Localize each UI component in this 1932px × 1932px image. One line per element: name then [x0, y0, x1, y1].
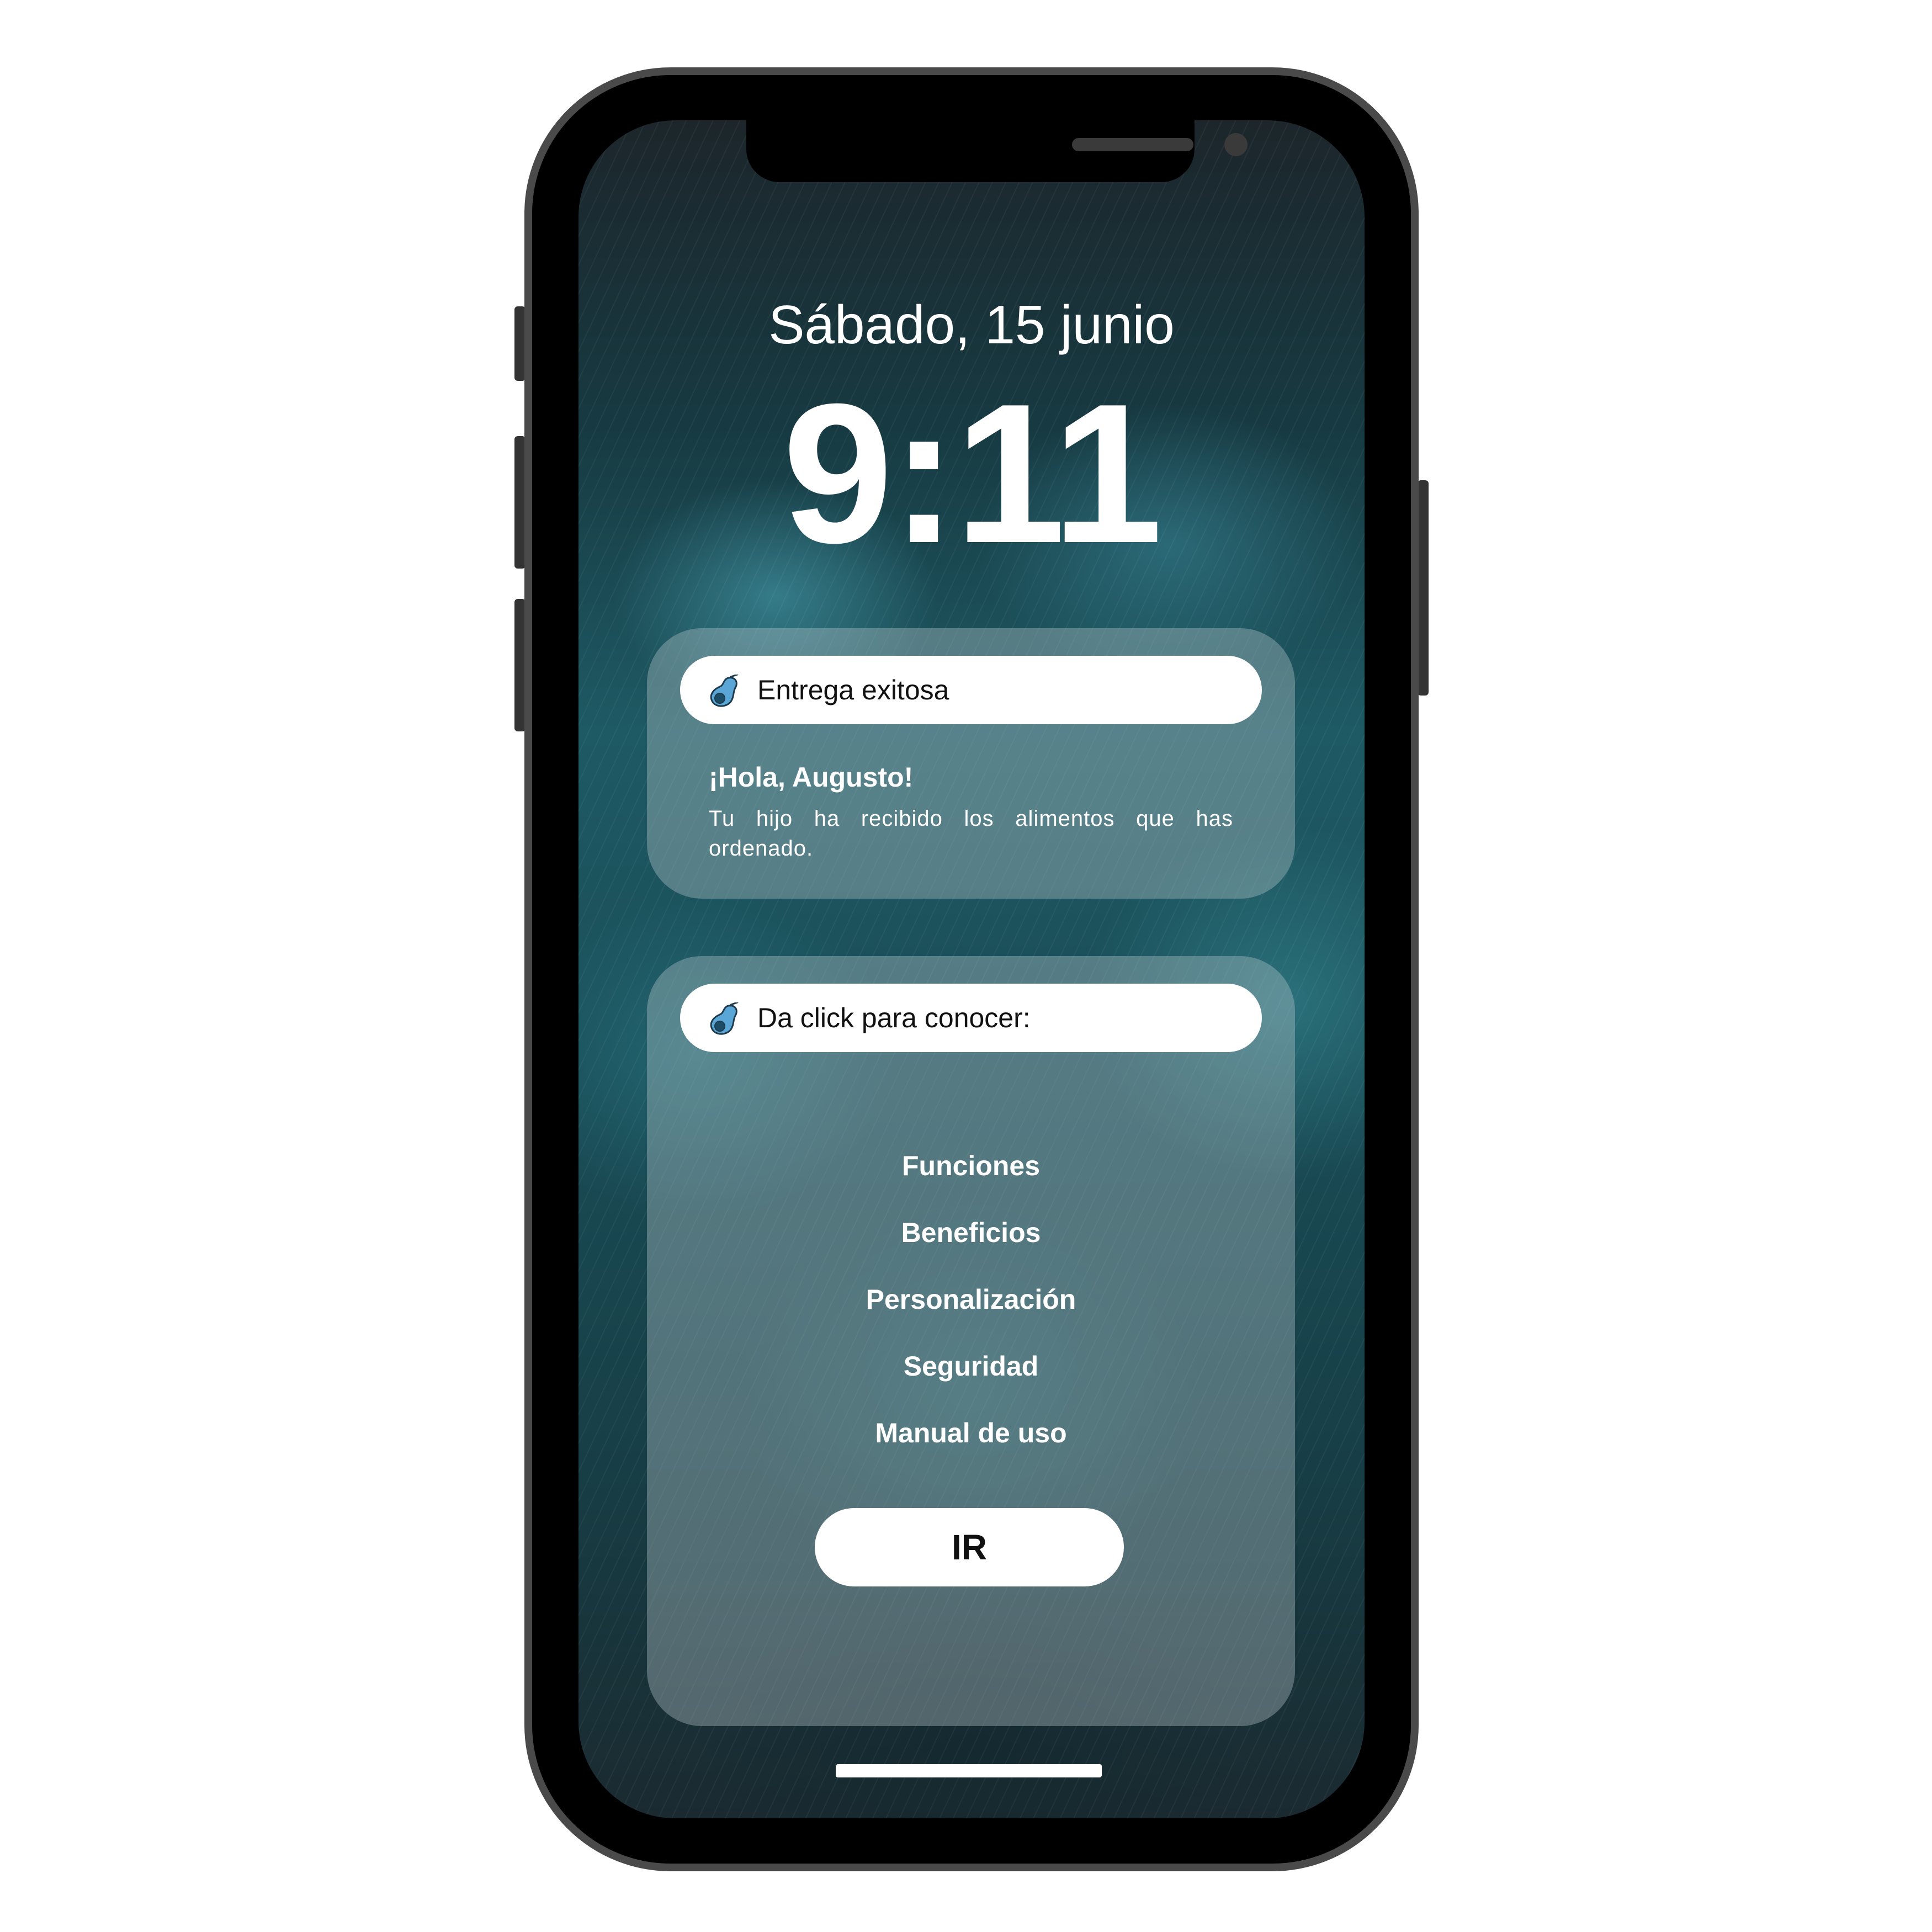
info-menu: Funciones Beneficios Personalización Seg… — [647, 1144, 1295, 1478]
volume-down-button — [514, 599, 526, 731]
go-button[interactable]: IR — [815, 1508, 1124, 1586]
stage: Sábado, 15 junio 9:11 Entrega exitosa ¡H… — [0, 0, 1932, 1932]
menu-item-personalizacion[interactable]: Personalización — [647, 1277, 1295, 1344]
power-button — [1418, 480, 1429, 696]
avocado-icon — [710, 1002, 739, 1035]
menu-item-seguridad[interactable]: Seguridad — [647, 1344, 1295, 1411]
home-indicator[interactable] — [836, 1764, 1102, 1777]
avocado-icon — [710, 675, 739, 707]
lock-screen: Sábado, 15 junio 9:11 Entrega exitosa ¡H… — [578, 120, 1365, 1818]
menu-item-beneficios[interactable]: Beneficios — [647, 1211, 1295, 1277]
silent-switch — [514, 306, 526, 381]
menu-item-funciones[interactable]: Funciones — [647, 1144, 1295, 1211]
speaker-grille — [1072, 138, 1193, 151]
notification-greeting: ¡Hola, Augusto! — [709, 762, 914, 793]
delivery-notification[interactable]: Entrega exitosa ¡Hola, Augusto! Tu hijo … — [647, 628, 1295, 899]
notch — [746, 120, 1248, 182]
info-card-title: Da click para conocer: — [757, 1002, 1031, 1033]
volume-up-button — [514, 436, 526, 569]
lock-time: 9:11 — [782, 363, 1163, 585]
front-camera-icon — [1224, 133, 1248, 156]
notification-header: Entrega exitosa — [680, 656, 1262, 724]
menu-item-manual[interactable]: Manual de uso — [647, 1411, 1295, 1478]
info-card-header: Da click para conocer: — [680, 984, 1262, 1052]
info-card: Da click para conocer: Funciones Benefic… — [647, 956, 1295, 1726]
notification-message: Tu hijo ha recibido los alimentos que ha… — [709, 806, 1233, 861]
notification-title: Entrega exitosa — [757, 675, 949, 705]
lock-date: Sábado, 15 junio — [768, 294, 1175, 355]
